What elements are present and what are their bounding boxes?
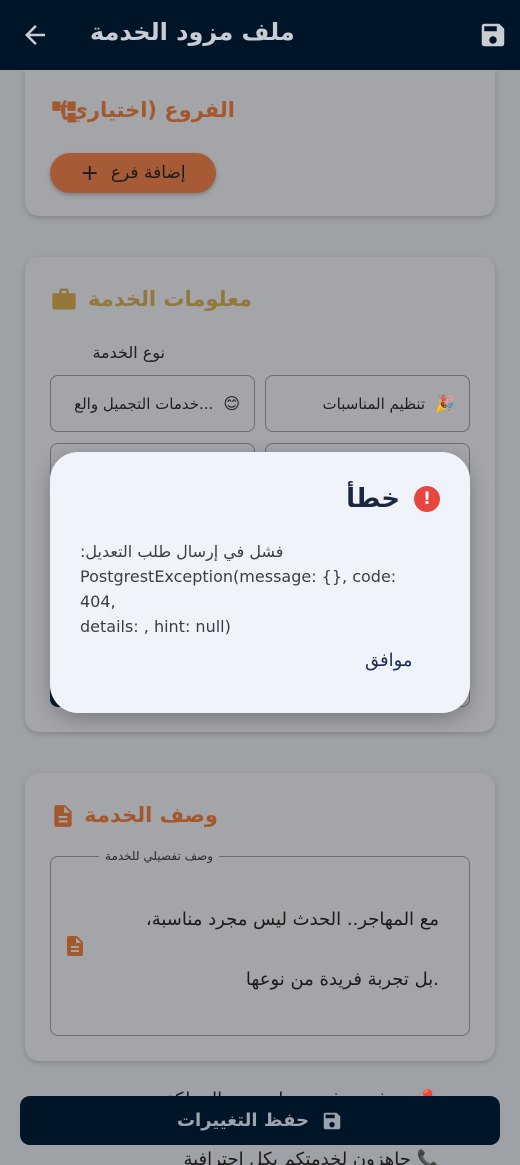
error-dialog: ! خطأ فشل في إرسال طلب التعديل: Postgres… (50, 452, 470, 713)
error-dialog-header: ! خطأ (346, 484, 440, 514)
error-message-line-1: فشل في إرسال طلب التعديل: (80, 542, 284, 561)
error-message-line-2: PostgrestException(message: {}, code: 40… (80, 567, 397, 611)
error-icon: ! (414, 486, 440, 512)
error-message: فشل في إرسال طلب التعديل: PostgrestExcep… (80, 539, 430, 639)
dialog-overlay[interactable]: ! خطأ فشل في إرسال طلب التعديل: Postgres… (0, 0, 520, 1165)
error-message-line-3: details: , hint: null) (80, 617, 231, 636)
error-dialog-title: خطأ (346, 484, 400, 514)
ok-button[interactable]: موافق (365, 650, 413, 671)
